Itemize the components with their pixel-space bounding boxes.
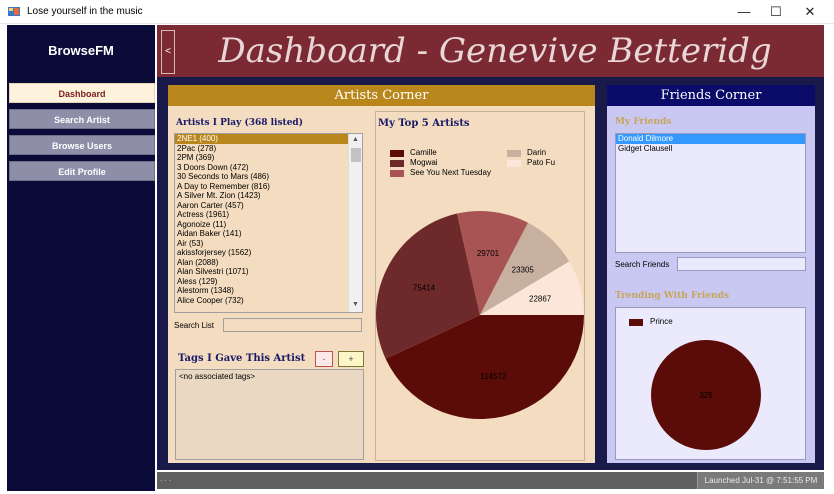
artist-list-item[interactable]: Aidan Baker (141) [175, 229, 362, 239]
minimize-button[interactable]: — [726, 0, 762, 24]
legend-label-prince: Prince [650, 317, 673, 326]
scroll-thumb[interactable] [351, 148, 361, 162]
trending-pie-chart: 325 [651, 340, 761, 450]
friends-corner-heading: Friends Corner [607, 85, 815, 106]
top5-pie-chart: 114572 75414 29701 23305 22867 [376, 211, 584, 419]
artist-list-item[interactable]: Alan Silvestri (1071) [175, 267, 362, 277]
pie-value-label: 29701 [477, 249, 500, 258]
collapse-sidebar-button[interactable]: < [161, 30, 175, 74]
nav-browse-users[interactable]: Browse Users [9, 135, 155, 155]
artist-list-item[interactable]: 2Pac (278) [175, 144, 362, 154]
app-icon [8, 7, 20, 16]
nav-dashboard[interactable]: Dashboard [9, 83, 155, 103]
legend-label-pato-fu: Pato Fu [527, 158, 556, 167]
legend-swatch-darin [507, 150, 521, 157]
top5-label: My Top 5 Artists [378, 118, 470, 129]
legend-swatch-camille [390, 150, 404, 157]
remove-tag-button[interactable]: - [315, 351, 333, 367]
close-button[interactable]: ✕ [792, 0, 828, 24]
pie-value-label: 325 [699, 391, 713, 400]
window-title: Lose yourself in the music [27, 6, 143, 17]
launched-timestamp: Launched Jul-31 @ 7:51:55 PM [697, 472, 824, 489]
artist-list-item[interactable]: Air (53) [175, 239, 362, 249]
tags-label: Tags I Gave This Artist [178, 353, 306, 364]
artist-list-item[interactable]: 3 Doors Down (472) [175, 163, 362, 173]
artist-list-item[interactable]: Actress (1961) [175, 210, 362, 220]
artist-list-item[interactable]: 30 Seconds to Mars (486) [175, 172, 362, 182]
page-title: Dashboard - Genevive Betteridg [218, 31, 772, 71]
nav-search-artist[interactable]: Search Artist [9, 109, 155, 129]
artist-list-item[interactable]: Aless (129) [175, 277, 362, 287]
scroll-up-icon[interactable]: ▲ [349, 134, 362, 146]
artist-list-item[interactable]: Agonoize (11) [175, 220, 362, 230]
artist-list-scrollbar[interactable]: ▲ ▼ [348, 134, 362, 312]
artist-list-item[interactable]: Aaron Carter (457) [175, 201, 362, 211]
legend-swatch-see-you [390, 170, 404, 177]
search-friends-input[interactable] [677, 257, 806, 271]
artist-list-item[interactable]: 2NE1 (400) [175, 134, 362, 144]
friend-list-item[interactable]: Donald Dilmore [616, 134, 805, 144]
artist-list-item[interactable]: A Silver Mt. Zion (1423) [175, 191, 362, 201]
artist-list-item[interactable]: 2PM (369) [175, 153, 362, 163]
maximize-button[interactable]: ☐ [758, 0, 794, 24]
legend-swatch-prince [629, 319, 643, 326]
artists-corner-heading: Artists Corner [168, 85, 595, 106]
artist-listbox[interactable]: 2NE1 (400) 2Pac (278) 2PM (369) 3 Doors Dow… [174, 133, 363, 313]
artist-list-item[interactable]: Alice Cooper (732) [175, 296, 362, 306]
legend-label-darin: Darin [527, 148, 547, 157]
status-text: . . . [160, 474, 172, 483]
pie-value-label: 23305 [512, 266, 535, 275]
pie-value-label: 22867 [529, 294, 552, 303]
my-friends-label: My Friends [615, 117, 672, 127]
friend-list-item[interactable]: Gidget Clausell [616, 144, 805, 154]
artist-list-item[interactable]: Alan (2088) [175, 258, 362, 268]
pie-value-label: 75414 [413, 283, 436, 292]
friends-listbox[interactable]: Donald Dilmore Gidget Clausell [615, 133, 806, 253]
search-list-input[interactable] [223, 318, 362, 332]
artist-list-item[interactable]: A Day to Remember (816) [175, 182, 362, 192]
nav-edit-profile[interactable]: Edit Profile [9, 161, 155, 181]
legend-label-see-you: See You Next Tuesday [410, 168, 491, 177]
search-friends-label: Search Friends [615, 260, 670, 269]
artists-list-label: Artists I Play (368 listed) [176, 118, 303, 128]
trending-label: Trending With Friends [615, 291, 729, 301]
artist-list-item[interactable]: Alestorm (1348) [175, 286, 362, 296]
legend-swatch-mogwai [390, 160, 404, 167]
search-list-label: Search List [174, 321, 215, 330]
legend-label-mogwai: Mogwai [410, 158, 438, 167]
add-tag-button[interactable]: + [338, 351, 364, 367]
brand-label: BrowseFM [48, 43, 114, 58]
legend-swatch-pato-fu [507, 160, 521, 167]
artist-list-item[interactable]: akissforjersey (1562) [175, 248, 362, 258]
pie-value-label: 114572 [480, 372, 507, 381]
legend-label-camille: Camille [410, 148, 437, 157]
tags-textbox[interactable]: <no associated tags> [175, 369, 364, 460]
scroll-down-icon[interactable]: ▼ [349, 299, 362, 311]
